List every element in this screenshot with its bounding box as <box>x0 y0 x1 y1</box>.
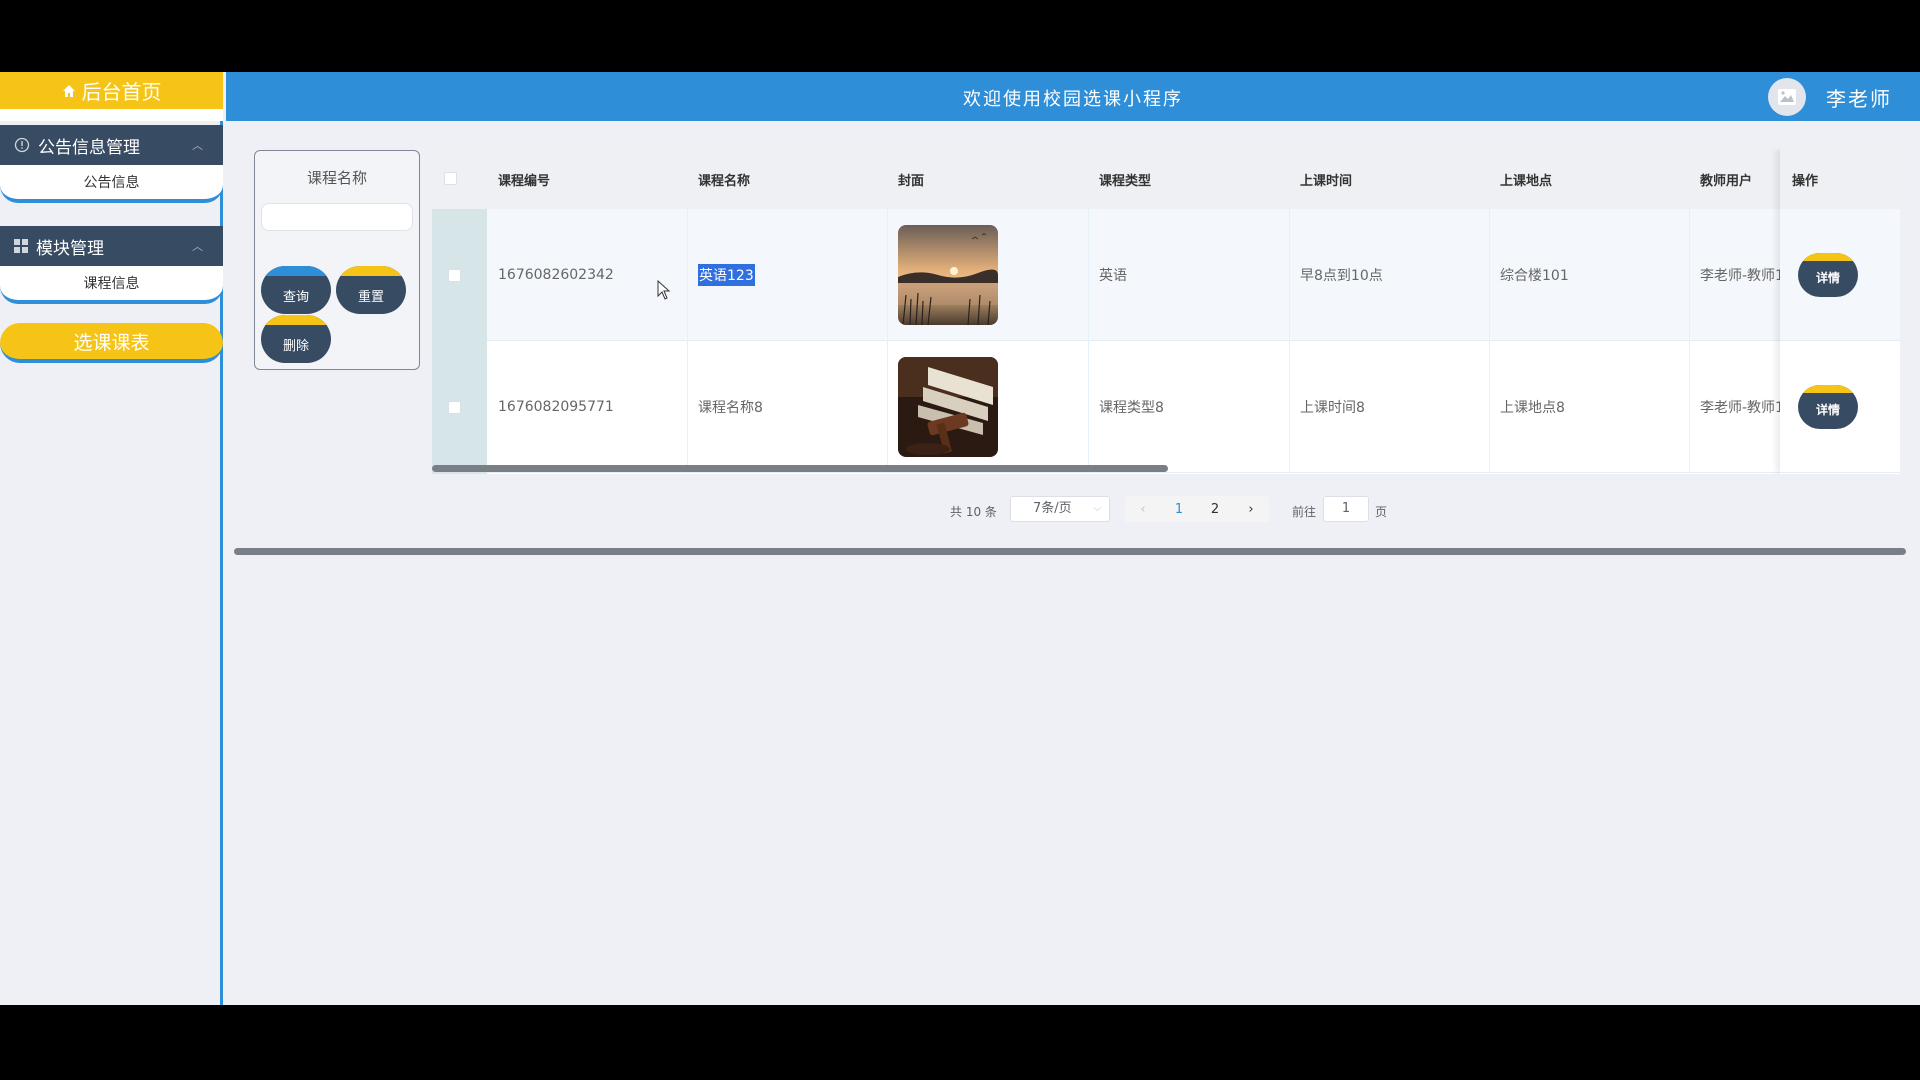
search-label: 课程名称 <box>306 169 367 187</box>
goto-label: 前往 <box>1292 505 1317 519</box>
table-header <box>432 149 1900 209</box>
course-name-input[interactable] <box>261 203 413 231</box>
table-row[interactable]: 1676082602342 英语123 英语 早8点到10点 综合楼101 李老… <box>432 209 1900 341</box>
reset-button[interactable]: 重置 <box>336 266 406 314</box>
user-name[interactable]: 李老师 <box>1826 83 1892 112</box>
home-button[interactable]: 后台首页 <box>0 72 223 109</box>
teacher-user: 李老师-教师1 <box>1700 400 1780 416</box>
image-placeholder-icon <box>1778 89 1796 105</box>
app-root: 后台首页 公告信息管理 ︿ 公告信息 模块管理 ︿ 课程信息 选课课表 欢迎使用… <box>0 72 1920 1005</box>
course-time: 早8点到10点 <box>1300 268 1383 284</box>
total-count: 共 10 条 <box>950 505 997 519</box>
home-label: 后台首页 <box>81 80 162 104</box>
course-id: 1676082095771 <box>498 399 614 415</box>
search-panel: 课程名称 查询 重置 删除 <box>254 150 420 370</box>
menu-module-management[interactable]: 模块管理 ︿ <box>0 226 223 266</box>
delete-button[interactable]: 删除 <box>261 315 331 363</box>
column-header[interactable]: 上课地点 <box>1500 149 1552 209</box>
menu-notice-management[interactable]: 公告信息管理 ︿ <box>0 125 223 165</box>
chevron-up-icon: ︿ <box>192 240 203 253</box>
chevron-left-icon: ‹ <box>1140 501 1146 517</box>
course-place: 综合楼101 <box>1500 268 1569 284</box>
table-horizontal-scrollbar[interactable] <box>432 465 1168 472</box>
course-time: 上课时间8 <box>1300 400 1365 416</box>
page-size-select[interactable]: 7条/页 ⌵ <box>1010 496 1110 522</box>
sidebar: 后台首页 公告信息管理 ︿ 公告信息 模块管理 ︿ 课程信息 选课课表 <box>0 72 223 1005</box>
table-row[interactable]: 1676082095771 课程名称8 课程类型8 上课时间8 上课地点8 李老… <box>432 341 1900 473</box>
sidebar-item-notice-info[interactable]: 公告信息 <box>0 165 223 203</box>
fixed-action-column <box>1780 149 1900 474</box>
column-header[interactable]: 课程编号 <box>498 149 550 209</box>
course-name: 英语123 <box>698 264 755 286</box>
course-id: 1676082602342 <box>498 267 614 283</box>
info-circle-icon <box>14 137 30 153</box>
goto-page-input[interactable]: 1 <box>1323 496 1369 522</box>
course-type: 英语 <box>1099 268 1127 284</box>
course-cover-image <box>898 357 998 457</box>
column-header[interactable]: 教师用户 <box>1700 149 1752 209</box>
chevron-up-icon: ︿ <box>192 139 203 152</box>
sidebar-item-course-info[interactable]: 课程信息 <box>0 266 223 304</box>
page-horizontal-scrollbar[interactable] <box>234 548 1906 555</box>
page-title: 欢迎使用校园选课小程序 <box>963 89 1183 110</box>
menu-label: 模块管理 <box>36 238 104 259</box>
goto-unit: 页 <box>1375 505 1388 519</box>
chevron-right-icon: › <box>1248 501 1254 517</box>
pagination: 共 10 条 7条/页 ⌵ ‹ 1 2 › 前往 1 页 <box>950 496 1550 524</box>
teacher-user: 李老师-教师1 <box>1700 268 1780 284</box>
top-header: 欢迎使用校园选课小程序 李老师 <box>226 72 1920 121</box>
home-icon <box>62 84 75 97</box>
mouse-cursor-icon <box>657 280 671 300</box>
course-table: 课程编号 课程名称 封面 课程类型 上课时间 上课地点 教师用户 操作 1676… <box>432 149 1900 474</box>
page-button-2[interactable]: 2 <box>1197 496 1233 522</box>
row-checkbox[interactable] <box>448 269 461 282</box>
chevron-down-icon: ⌵ <box>1093 503 1101 514</box>
course-type: 课程类型8 <box>1099 400 1164 416</box>
column-header[interactable]: 封面 <box>898 149 924 209</box>
row-checkbox[interactable] <box>448 401 461 414</box>
next-page-button[interactable]: › <box>1233 496 1269 522</box>
avatar[interactable] <box>1768 78 1806 116</box>
course-place: 上课地点8 <box>1500 400 1565 416</box>
course-cover-image <box>898 225 998 325</box>
column-header[interactable]: 课程类型 <box>1099 149 1151 209</box>
page-button-1[interactable]: 1 <box>1161 496 1197 522</box>
query-button[interactable]: 查询 <box>261 266 331 314</box>
menu-label: 公告信息管理 <box>38 137 140 158</box>
grid-icon <box>14 239 28 253</box>
sidebar-item-course-schedule[interactable]: 选课课表 <box>0 323 223 363</box>
column-header[interactable]: 上课时间 <box>1300 149 1352 209</box>
prev-page-button[interactable]: ‹ <box>1125 496 1161 522</box>
select-all-checkbox[interactable] <box>444 172 457 185</box>
column-header[interactable]: 课程名称 <box>698 149 750 209</box>
course-name: 课程名称8 <box>698 400 763 416</box>
